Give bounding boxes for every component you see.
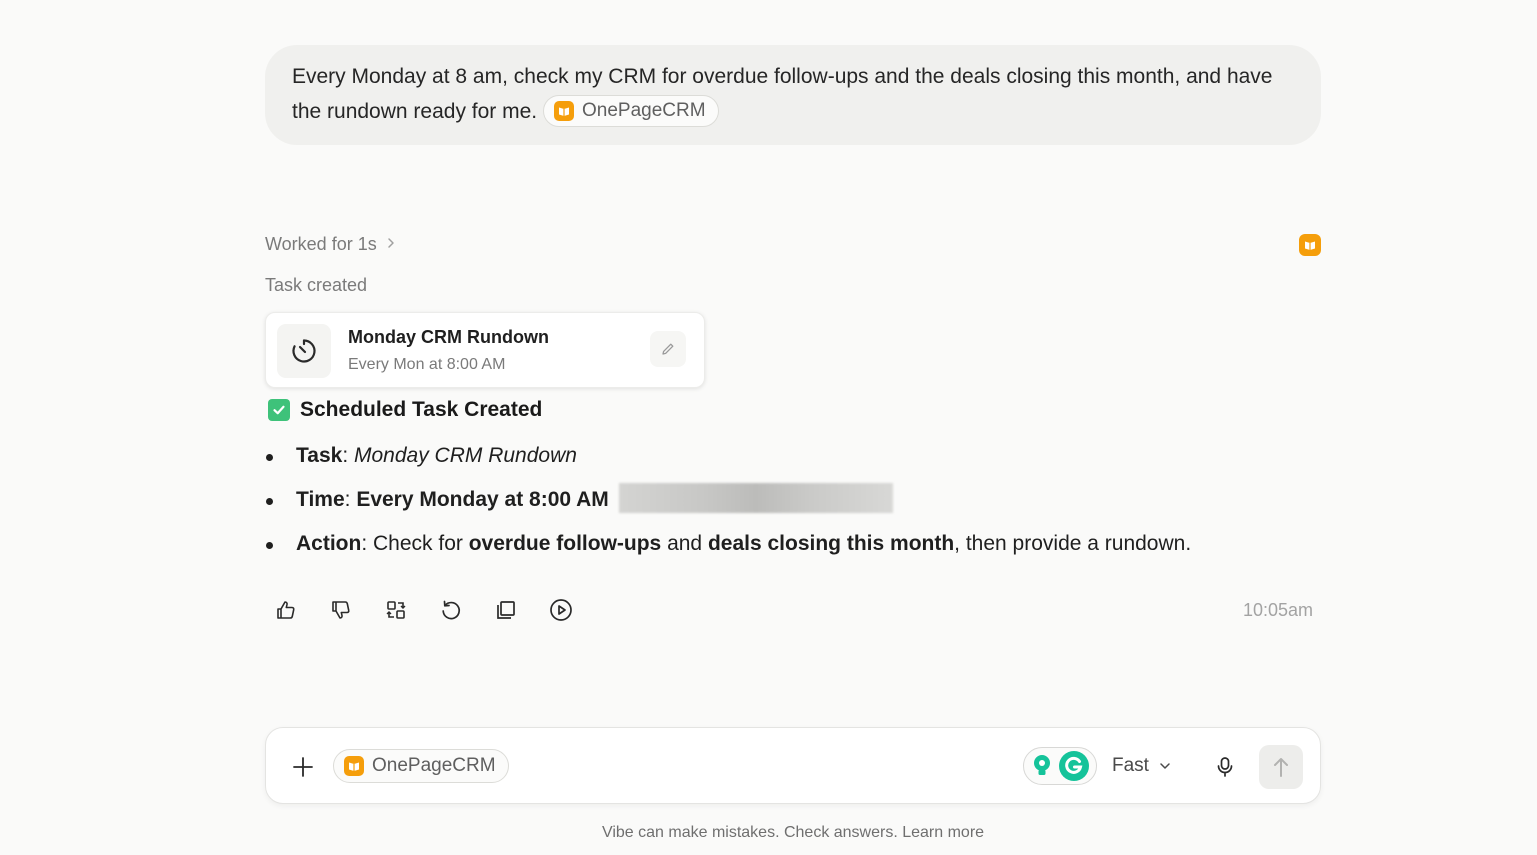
read-aloud-button[interactable] — [543, 592, 579, 628]
check-mark-icon — [268, 399, 290, 421]
thumbs-up-icon — [277, 601, 295, 619]
app-chip-onepagecrm[interactable]: OnePageCRM — [542, 95, 719, 128]
grammarly-widget[interactable] — [1023, 747, 1097, 785]
thumbs-down-icon — [332, 601, 350, 619]
disclaimer-text: Vibe can make mistakes. Check answers. L… — [601, 824, 985, 841]
composer-app-chip-onepagecrm[interactable]: OnePageCRM — [333, 749, 509, 783]
schedule-clock-icon — [277, 324, 331, 378]
worked-toggle[interactable]: Worked for 1s — [265, 232, 395, 256]
chat-page: Every Monday at 8 am, check my CRM for o… — [0, 0, 1537, 855]
action-and: and — [667, 532, 703, 555]
user-message-bubble: Every Monday at 8 am, check my CRM for o… — [265, 45, 1321, 145]
scheduled-task-card[interactable]: Monday CRM Rundown Every Mon at 8:00 AM — [265, 312, 705, 388]
app-chip-label: OnePageCRM — [581, 100, 706, 122]
thumbs-up-button[interactable] — [268, 592, 304, 628]
plus-icon — [293, 757, 313, 777]
action-label: Action — [296, 532, 362, 555]
task-card-schedule: Every Mon at 8:00 AM — [348, 356, 506, 373]
grammarly-icon — [1059, 751, 1089, 781]
copy-button[interactable] — [488, 592, 524, 628]
mode-selector[interactable]: Fast — [1112, 753, 1171, 779]
onepagecrm-logo-icon — [344, 756, 364, 776]
message-composer[interactable]: OnePageCRM Fast — [265, 727, 1321, 804]
action-suffix: , then provide a rundown. — [954, 532, 1192, 555]
onepagecrm-logo-icon — [553, 101, 574, 122]
result-heading-text: Scheduled Task Created — [300, 398, 543, 421]
lightbulb-icon — [1034, 755, 1050, 775]
task-label: Task — [296, 444, 343, 467]
task-details-list: Task: Monday CRM Rundown Time: Every Mon… — [265, 436, 1191, 568]
play-circle-icon — [550, 599, 572, 621]
list-item-task: Task: Monday CRM Rundown — [265, 436, 1191, 480]
pencil-icon — [662, 343, 674, 355]
redacted-region — [618, 483, 893, 514]
mode-label: Fast — [1112, 755, 1149, 776]
task-created-label: Task created — [265, 275, 368, 295]
task-card-title: Monday CRM Rundown — [348, 327, 549, 347]
list-item-action: Action: Check for overdue follow-ups and… — [265, 524, 1191, 568]
message-timestamp: 10:05am — [1243, 600, 1314, 620]
time-value: Every Monday at 8:00 AM — [356, 488, 609, 511]
action-bold-2: deals closing this month — [707, 532, 955, 555]
chevron-right-icon — [387, 232, 395, 256]
onepagecrm-logo-icon — [1299, 234, 1321, 256]
action-prefix: Check for — [373, 532, 463, 555]
user-message-text: Every Monday at 8 am, check my CRM for o… — [292, 65, 1273, 123]
voice-input-button[interactable] — [1212, 754, 1238, 780]
arrow-up-icon — [1274, 758, 1288, 777]
chevron-down-icon — [1160, 763, 1170, 769]
time-label: Time — [296, 488, 345, 511]
thumbs-down-button[interactable] — [323, 592, 359, 628]
edit-task-button[interactable] — [650, 331, 686, 367]
remix-icon — [386, 601, 406, 619]
message-actions — [268, 592, 579, 628]
composer-app-chip-label: OnePageCRM — [372, 755, 496, 776]
action-bold-1: overdue follow-ups — [468, 532, 662, 555]
worked-label: Worked for 1s — [265, 234, 377, 254]
regenerate-button[interactable] — [433, 592, 469, 628]
list-item-time: Time: Every Monday at 8:00 AM — [265, 480, 1191, 524]
remix-button[interactable] — [378, 592, 414, 628]
refresh-icon — [442, 600, 460, 620]
result-heading: Scheduled Task Created — [268, 396, 542, 424]
task-value: Monday CRM Rundown — [353, 444, 577, 467]
microphone-icon — [1217, 757, 1233, 777]
send-button[interactable] — [1259, 745, 1303, 789]
copy-icon — [497, 601, 515, 619]
add-attachment-button[interactable] — [288, 752, 318, 782]
